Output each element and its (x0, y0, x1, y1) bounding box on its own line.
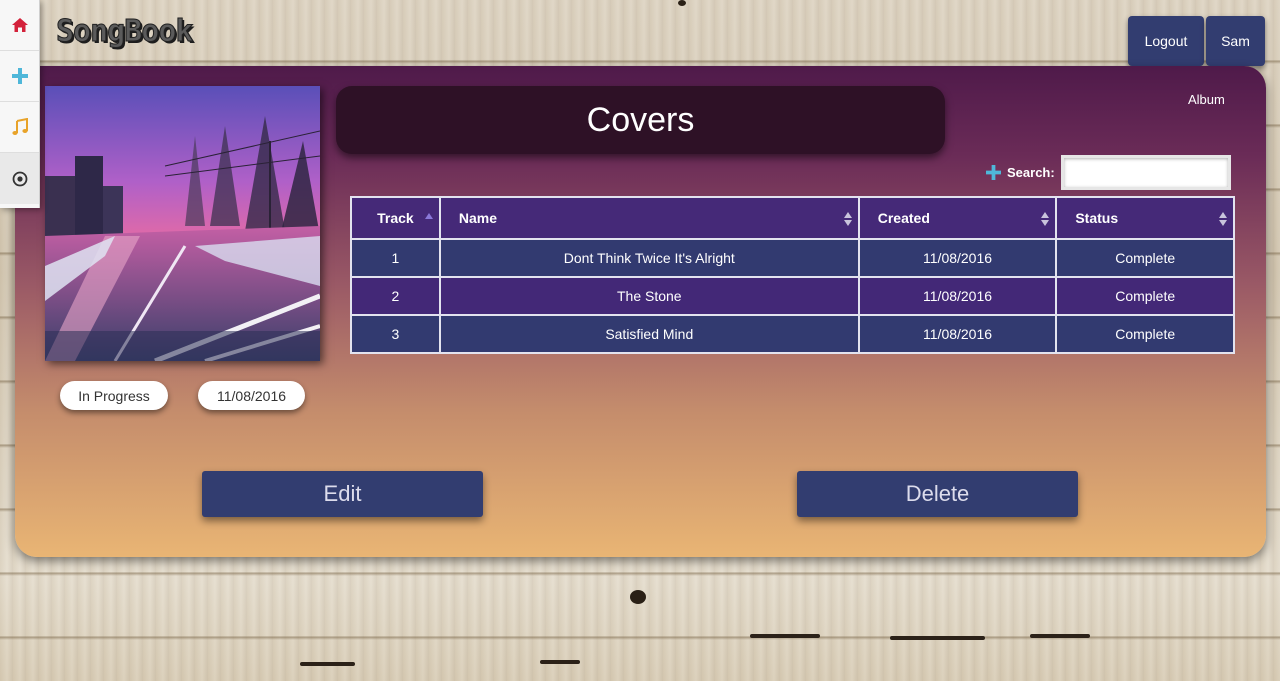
logout-button[interactable]: Logout (1128, 16, 1204, 66)
cell-name[interactable]: The Stone (438, 276, 860, 316)
sort-icon (843, 212, 852, 226)
sort-ascending-icon (424, 213, 433, 219)
cell-name[interactable]: Satisfied Mind (438, 314, 860, 354)
music-note-icon (11, 118, 28, 135)
cell-created: 11/08/2016 (857, 314, 1058, 354)
record-icon (12, 171, 27, 186)
table-header-row: Track Name Created Status (350, 196, 1235, 240)
quick-nav (0, 0, 40, 208)
search-input[interactable] (1060, 155, 1231, 190)
add-track-plus-icon[interactable] (986, 165, 1001, 180)
cell-created: 11/08/2016 (857, 276, 1058, 316)
user-button[interactable]: Sam (1206, 16, 1265, 66)
wood-crack (1030, 634, 1090, 638)
wood-crack (300, 662, 355, 666)
home-icon (11, 18, 28, 32)
wood-crack (540, 660, 580, 664)
sort-icon (1041, 212, 1050, 226)
edit-button[interactable]: Edit (202, 471, 483, 517)
music-button[interactable] (0, 102, 39, 153)
home-button[interactable] (0, 0, 39, 51)
album-type-label: Album (1188, 92, 1225, 107)
column-header-created[interactable]: Created (857, 196, 1058, 240)
delete-button[interactable]: Delete (797, 471, 1078, 517)
cell-track: 1 (350, 238, 441, 278)
add-button[interactable] (0, 51, 39, 102)
tracks-table: Track Name Created Status 1 Dont Think T… (350, 196, 1235, 354)
wood-knot (678, 0, 686, 6)
column-header-track[interactable]: Track (350, 196, 441, 240)
cell-track: 3 (350, 314, 441, 354)
wood-crack (750, 634, 820, 638)
record-button[interactable] (0, 153, 39, 204)
cell-status: Complete (1055, 238, 1235, 278)
table-row[interactable]: 1 Dont Think Twice It's Alright 11/08/20… (350, 238, 1235, 278)
cell-created: 11/08/2016 (857, 238, 1058, 278)
table-row[interactable]: 3 Satisfied Mind 11/08/2016 Complete (350, 314, 1235, 354)
album-title: Covers (336, 86, 945, 154)
cell-status: Complete (1055, 276, 1235, 316)
wood-crack (890, 636, 985, 640)
cell-status: Complete (1055, 314, 1235, 354)
column-header-status[interactable]: Status (1055, 196, 1235, 240)
cell-name[interactable]: Dont Think Twice It's Alright (438, 238, 860, 278)
status-badge: In Progress (60, 381, 168, 410)
column-header-name[interactable]: Name (438, 196, 860, 240)
date-badge: 11/08/2016 (198, 381, 305, 410)
search-label: Search: (1007, 165, 1055, 180)
wood-knot (630, 590, 646, 604)
cell-track: 2 (350, 276, 441, 316)
search-bar: Search: (986, 155, 1231, 190)
sort-icon (1219, 212, 1227, 226)
plus-icon (11, 68, 28, 84)
app-logo[interactable]: SongBook (56, 14, 194, 50)
album-cover-image (45, 86, 320, 361)
table-row[interactable]: 2 The Stone 11/08/2016 Complete (350, 276, 1235, 316)
